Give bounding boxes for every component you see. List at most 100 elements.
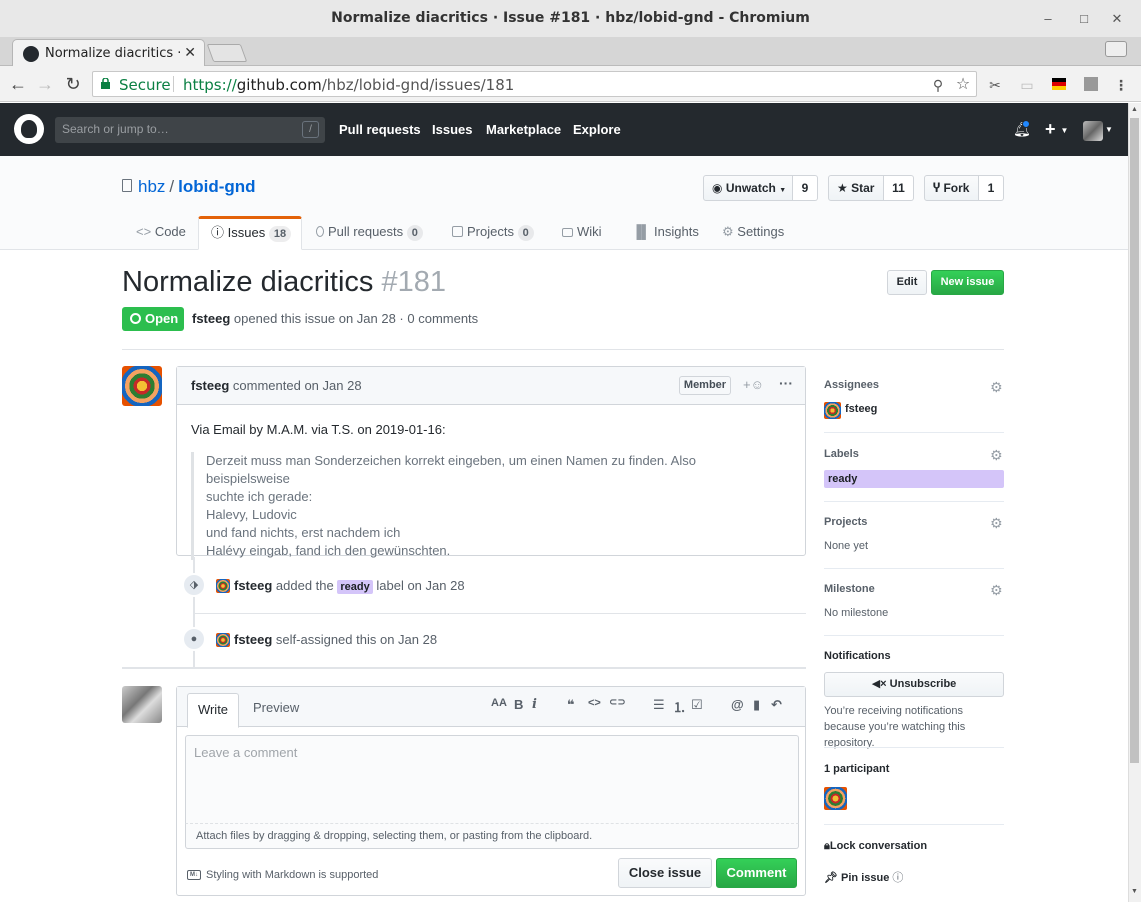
forward-icon[interactable]: → <box>33 70 57 98</box>
caret-down-icon[interactable]: ▼ <box>1105 125 1113 134</box>
bookmark-star-icon[interactable]: ☆ <box>954 76 972 94</box>
back-icon[interactable]: ← <box>6 70 30 98</box>
new-tab-button[interactable] <box>206 44 248 62</box>
comment-button[interactable]: Comment <box>716 858 797 888</box>
link-icon[interactable]: ⊂⊃ <box>609 697 626 708</box>
event-actor-avatar[interactable] <box>216 579 230 593</box>
repo-title: hbz / lobid-gnd <box>138 177 256 197</box>
tab-issues[interactable]: ⓘ Issues 18 <box>198 216 302 250</box>
create-new-menu[interactable]: + ▼ <box>1045 119 1068 140</box>
event-actor-link[interactable]: fsteeg <box>234 632 272 647</box>
german-flag-icon[interactable] <box>1052 78 1066 90</box>
nav-marketplace[interactable]: Marketplace <box>486 122 561 137</box>
scroll-down-icon[interactable]: ▼ <box>1128 888 1141 895</box>
secure-label: Secure <box>119 76 171 94</box>
plus-icon: + <box>1045 119 1056 139</box>
star-button[interactable]: ★ Star <box>828 175 884 201</box>
file-attach-zone[interactable]: Attach files by dragging & dropping, sel… <box>185 823 799 849</box>
mention-icon[interactable]: @ <box>731 697 744 712</box>
unwatch-button[interactable]: ◉ Unwatch ▼ <box>703 175 793 201</box>
close-tab-icon[interactable]: ✕ <box>184 44 196 61</box>
task-list-icon[interactable]: ☑ <box>691 697 703 713</box>
menu-icon[interactable]: ⋮ <box>1112 76 1130 94</box>
profile-icon[interactable] <box>1105 41 1127 57</box>
gear-icon[interactable]: ⚙ <box>990 380 1004 394</box>
header-text-icon[interactable]: AA <box>491 697 507 709</box>
quote-icon[interactable]: ❝ <box>567 697 575 713</box>
watchers-count[interactable]: 9 <box>793 175 818 201</box>
pin-issue-link[interactable]: 📌︎ Pin issue ⓘ <box>824 869 903 885</box>
zoom-icon[interactable]: ⚲ <box>929 76 947 94</box>
saved-reply-icon[interactable]: ↶ <box>771 697 782 713</box>
assignee-name[interactable]: fsteeg <box>845 403 877 415</box>
write-tab[interactable]: Write <box>187 693 239 728</box>
browser-tab[interactable]: Normalize diacritics · Issue ✕ <box>12 39 205 67</box>
scrollbar-thumb[interactable] <box>1130 118 1139 763</box>
reload-icon[interactable]: ↻ <box>61 70 85 98</box>
info-icon[interactable]: ⓘ <box>892 872 903 884</box>
extension-tools-icon[interactable]: ✂ <box>986 76 1004 94</box>
code-icon[interactable]: <> <box>588 697 601 709</box>
extension-icon[interactable] <box>1084 77 1098 91</box>
participant-avatar[interactable] <box>824 787 847 810</box>
bold-icon[interactable]: B <box>514 697 523 712</box>
markdown-note[interactable]: Styling with Markdown is supported <box>206 869 378 881</box>
tab-projects[interactable]: Projects 0 <box>440 216 546 250</box>
lock-conversation-link[interactable]: 🔒︎Lock conversation <box>824 840 927 853</box>
unsubscribe-label: Unsubscribe <box>889 678 957 690</box>
tab-insights[interactable]: ▐▌ Insights <box>620 216 711 250</box>
repo-owner-link[interactable]: hbz <box>138 177 165 196</box>
fork-button[interactable]: Ⴤ Fork <box>924 175 979 201</box>
tab-code[interactable]: <> Code <box>124 216 198 250</box>
event-actor-avatar[interactable] <box>216 633 230 647</box>
milestone-heading[interactable]: Milestone <box>824 583 875 595</box>
bookmark-icon[interactable]: ▮ <box>753 697 760 713</box>
add-reaction-icon[interactable]: +☺ <box>743 377 764 392</box>
user-avatar[interactable] <box>1083 121 1103 141</box>
tab-settings[interactable]: ⚙ Settings <box>710 216 796 250</box>
unordered-list-icon[interactable]: ☰ <box>653 697 665 713</box>
repo-name-link[interactable]: lobid-gnd <box>178 177 255 196</box>
assignee-avatar[interactable] <box>824 402 841 419</box>
search-input[interactable]: Search or jump to… / <box>55 117 325 143</box>
ordered-list-icon[interactable]: ⒈ <box>673 697 686 716</box>
comment-author-link[interactable]: fsteeg <box>191 378 229 393</box>
label-ready[interactable]: ready <box>824 470 1004 488</box>
stars-count[interactable]: 11 <box>884 175 914 201</box>
nav-issues[interactable]: Issues <box>432 122 472 137</box>
current-user-avatar[interactable] <box>122 686 162 723</box>
new-issue-button[interactable]: New issue <box>931 270 1004 295</box>
assignees-heading[interactable]: Assignees <box>824 379 879 391</box>
forks-count[interactable]: 1 <box>979 175 1004 201</box>
close-issue-button[interactable]: Close issue <box>618 858 712 888</box>
tab-wiki[interactable]: Wiki <box>550 216 614 250</box>
comment-textarea[interactable]: Leave a comment <box>185 735 799 823</box>
gear-icon[interactable]: ⚙ <box>990 516 1004 530</box>
issue-meta: fsteeg opened this issue on Jan 28 · 0 c… <box>192 311 478 326</box>
nav-explore[interactable]: Explore <box>573 122 621 137</box>
comment-author-avatar[interactable] <box>122 366 162 406</box>
more-options-icon[interactable]: ··· <box>779 375 793 391</box>
projects-heading[interactable]: Projects <box>824 516 867 528</box>
github-logo-icon[interactable] <box>14 114 44 144</box>
event-actor-link[interactable]: fsteeg <box>234 578 272 593</box>
close-window-button[interactable]: ✕ <box>1105 0 1129 37</box>
scroll-up-icon[interactable]: ▲ <box>1128 106 1141 113</box>
labels-heading[interactable]: Labels <box>824 448 859 460</box>
comment-timestamp[interactable]: commented on Jan 28 <box>233 378 362 393</box>
nav-pull-requests[interactable]: Pull requests <box>339 122 421 137</box>
label-ready[interactable]: ready <box>337 580 373 594</box>
issue-author-link[interactable]: fsteeg <box>192 311 230 326</box>
maximize-button[interactable]: □ <box>1072 0 1096 37</box>
url-text[interactable]: https://github.com/hbz/lobid-gnd/issues/… <box>183 76 514 94</box>
unsubscribe-button[interactable]: ◀× Unsubscribe <box>824 672 1004 697</box>
cast-icon[interactable]: ▭ <box>1018 76 1036 94</box>
minimize-button[interactable]: – <box>1036 0 1060 37</box>
preview-tab[interactable]: Preview <box>253 700 299 715</box>
tab-pull-requests[interactable]: Pull requests 0 <box>304 216 435 250</box>
italic-icon[interactable]: i <box>532 697 537 712</box>
gear-icon[interactable]: ⚙ <box>990 448 1004 462</box>
address-bar[interactable]: Secure https://github.com/hbz/lobid-gnd/… <box>92 71 977 97</box>
edit-title-button[interactable]: Edit <box>887 270 927 295</box>
gear-icon[interactable]: ⚙ <box>990 583 1004 597</box>
